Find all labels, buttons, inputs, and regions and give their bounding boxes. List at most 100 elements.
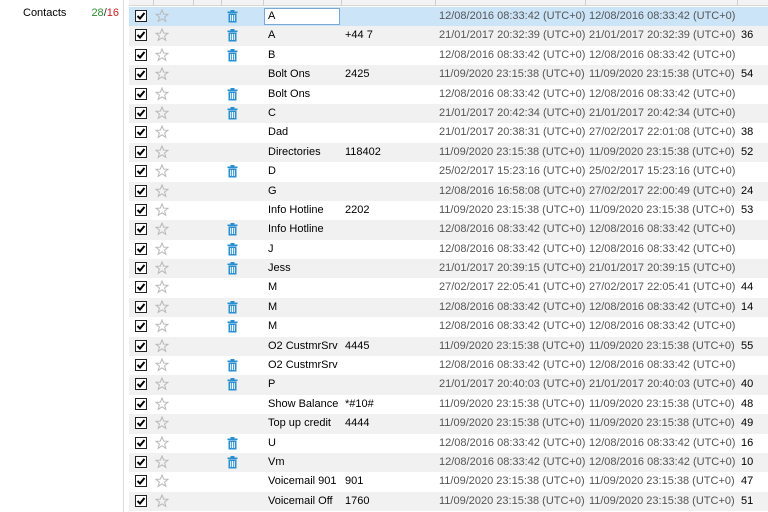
row-checkbox[interactable] xyxy=(135,356,148,375)
row-checkbox[interactable] xyxy=(135,240,148,259)
star-icon[interactable] xyxy=(155,26,171,45)
table-row[interactable]: M 12/08/2016 08:33:42 (UTC+0) 12/08/2016 0… xyxy=(129,297,768,318)
row-checkbox[interactable] xyxy=(135,434,148,453)
row-checkbox[interactable] xyxy=(135,220,148,239)
table-row[interactable]: P 21/01/2017 20:40:03 (UTC+0) 21/01/2017 2… xyxy=(129,375,768,395)
row-checkbox[interactable] xyxy=(135,123,148,142)
star-icon[interactable] xyxy=(155,492,171,511)
table-row[interactable]: C 21/01/2017 20:42:34 (UTC+0) 21/01/2017 2… xyxy=(129,103,768,124)
row-checkbox[interactable] xyxy=(135,182,148,201)
row-checkbox[interactable] xyxy=(135,46,148,65)
star-icon[interactable] xyxy=(155,278,171,297)
table-row[interactable]: M 12/08/2016 08:33:42 (UTC+0) 12/08/2016 0… xyxy=(129,317,768,336)
contact-name: Directories xyxy=(268,145,321,158)
star-icon[interactable] xyxy=(155,395,171,414)
table-row[interactable]: A +44 7 21/01/2017 20:32:39 (UTC+0) 21/01/2… xyxy=(129,26,768,46)
table-header[interactable] xyxy=(129,0,768,6)
row-checkbox[interactable] xyxy=(135,492,148,511)
table-row[interactable]: Voicemail 901 901 11/09/2020 23:15:38 (UTC… xyxy=(129,472,768,491)
table-row[interactable]: M 27/02/2017 22:05:41 (UTC+0) 27/02/2017 2… xyxy=(129,278,768,297)
sidebar-item-contacts[interactable]: Contacts 28/16 xyxy=(0,4,124,22)
table-row[interactable]: Info Hotline 12/08/2016 08:33:42 (UTC+0) 1… xyxy=(129,220,768,240)
star-icon[interactable] xyxy=(155,414,171,433)
table-row[interactable]: O2 CustmrSrv 4445 11/09/2020 23:15:38 (UTC… xyxy=(129,336,768,357)
row-checkbox[interactable] xyxy=(135,143,148,162)
row-checkbox[interactable] xyxy=(135,104,148,123)
modified-date: 11/09/2020 23:15:38 (UTC+0) xyxy=(589,494,735,507)
star-icon[interactable] xyxy=(155,356,171,375)
star-icon[interactable] xyxy=(155,65,171,84)
table-row[interactable]: G 12/08/2016 16:58:08 (UTC+0) 27/02/2017 2… xyxy=(129,181,768,201)
checkbox-icon xyxy=(135,320,147,333)
modified-date: 25/02/2017 15:23:16 (UTC+0) xyxy=(589,165,736,178)
table-row[interactable]: Directories 118402 11/09/2020 23:15:38 (UT… xyxy=(129,142,768,163)
table-row[interactable]: Jess 21/01/2017 20:39:15 (UTC+0) 21/01/201… xyxy=(129,259,768,279)
row-checkbox[interactable] xyxy=(135,85,148,104)
table-row[interactable]: Show Balance *#10# 11/09/2020 23:15:38 (UT… xyxy=(129,395,768,414)
row-checkbox[interactable] xyxy=(135,298,148,317)
table-body: A 12/08/2016 08:33:42 (UTC+0) 12/08/2016 0… xyxy=(129,7,768,512)
star-icon[interactable] xyxy=(155,317,171,336)
sidebar-item-label: Contacts xyxy=(23,7,67,19)
star-icon[interactable] xyxy=(155,375,171,394)
table-row[interactable]: D 25/02/2017 15:23:16 (UTC+0) 25/02/2017 1… xyxy=(129,162,768,181)
star-icon[interactable] xyxy=(155,201,171,220)
row-checkbox[interactable] xyxy=(135,162,148,181)
star-icon[interactable] xyxy=(155,434,171,453)
table-row[interactable]: Dad 21/01/2017 20:38:31 (UTC+0) 27/02/2017… xyxy=(129,123,768,142)
contact-phone xyxy=(345,356,419,375)
star-icon[interactable] xyxy=(155,259,171,278)
star-icon[interactable] xyxy=(155,472,171,491)
star-icon[interactable] xyxy=(155,182,171,201)
row-checkbox[interactable] xyxy=(135,278,148,297)
created-date: 21/01/2017 20:32:39 (UTC+0) xyxy=(439,29,586,42)
star-icon[interactable] xyxy=(155,7,171,26)
checkbox-icon xyxy=(135,184,147,197)
star-icon[interactable] xyxy=(155,143,171,162)
contact-name: B xyxy=(268,48,276,61)
row-checkbox[interactable] xyxy=(135,317,148,336)
checkbox-icon xyxy=(135,106,147,119)
row-checkbox[interactable] xyxy=(135,453,148,472)
table-row[interactable]: B 12/08/2016 08:33:42 (UTC+0) 12/08/2016 0… xyxy=(129,46,768,65)
row-checkbox[interactable] xyxy=(135,201,148,220)
star-icon[interactable] xyxy=(155,337,171,356)
row-checkbox[interactable] xyxy=(135,26,148,45)
table-row[interactable]: Vm 12/08/2016 08:33:42 (UTC+0) 12/08/2016 … xyxy=(129,452,768,473)
row-checkbox[interactable] xyxy=(135,259,148,278)
row-checkbox[interactable] xyxy=(135,375,148,394)
table-row[interactable]: U 12/08/2016 08:33:42 (UTC+0) 12/08/2016 0… xyxy=(129,434,768,453)
star-icon[interactable] xyxy=(155,453,171,472)
star-icon[interactable] xyxy=(155,123,171,142)
star-icon[interactable] xyxy=(155,85,171,104)
contacts-count: 28/16 xyxy=(91,7,119,19)
table-row[interactable]: J 12/08/2016 08:33:42 (UTC+0) 12/08/2016 0… xyxy=(129,240,768,259)
contact-name: M xyxy=(268,281,278,294)
table-row[interactable]: Bolt Ons 2425 11/09/2020 23:15:38 (UTC+0) 1… xyxy=(129,65,768,85)
row-checkbox[interactable] xyxy=(135,7,148,26)
contact-name: P xyxy=(268,378,276,391)
star-icon[interactable] xyxy=(155,240,171,259)
star-icon[interactable] xyxy=(155,220,171,239)
contact-phone: 2202 xyxy=(345,203,370,216)
row-checkbox[interactable] xyxy=(135,414,148,433)
table-row[interactable]: Top up credit 4444 11/09/2020 23:15:38 (UT… xyxy=(129,414,768,434)
table-row[interactable]: O2 CustmrSrv 12/08/2016 08:33:42 (UTC+0) 1… xyxy=(129,356,768,375)
star-icon[interactable] xyxy=(155,46,171,65)
row-checkbox[interactable] xyxy=(135,337,148,356)
row-checkbox[interactable] xyxy=(135,65,148,84)
contact-phone xyxy=(345,298,419,317)
row-checkbox[interactable] xyxy=(135,472,148,491)
table-row[interactable]: A 12/08/2016 08:33:42 (UTC+0) 12/08/2016 0… xyxy=(129,7,768,27)
contact-name: Dad xyxy=(268,126,289,139)
row-checkbox[interactable] xyxy=(135,395,148,414)
table-row[interactable]: Bolt Ons 12/08/2016 08:33:42 (UTC+0) 12/08… xyxy=(129,85,768,104)
star-icon[interactable] xyxy=(155,162,171,181)
checkbox-icon xyxy=(135,165,147,178)
table-row[interactable]: Info Hotline 2202 11/09/2020 23:15:38 (UTC… xyxy=(129,201,768,220)
created-date: 12/08/2016 08:33:42 (UTC+0) xyxy=(439,87,586,100)
table-row[interactable]: Voicemail Off 1760 11/09/2020 23:15:38 (UT… xyxy=(129,491,768,512)
star-icon[interactable] xyxy=(155,104,171,123)
modified-date: 11/09/2020 23:15:38 (UTC+0) xyxy=(589,397,735,410)
star-icon[interactable] xyxy=(155,298,171,317)
